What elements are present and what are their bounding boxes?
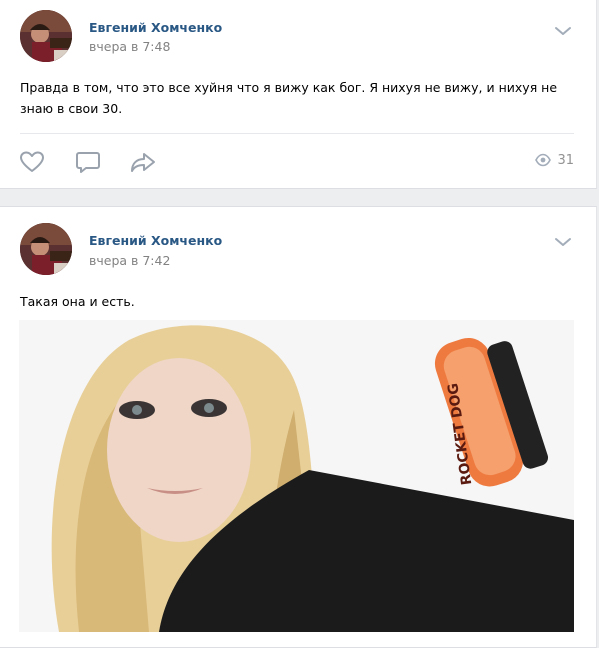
wall-post: Евгений Хомченко вчера в 7:48 Правда в т… [0,0,597,189]
comment-icon[interactable] [74,149,102,175]
chevron-down-icon[interactable] [554,237,572,247]
divider [20,133,574,134]
chevron-down-icon[interactable] [554,26,572,36]
share-arrow-icon[interactable] [129,149,157,175]
post-timestamp[interactable]: вчера в 7:48 [89,39,170,54]
eye-icon [535,153,552,167]
wall-post: Евгений Хомченко вчера в 7:42 Такая она … [0,206,597,648]
post-photo[interactable]: ROCKET DOG [19,320,574,632]
view-count: 31 [535,153,574,168]
post-text: Такая она и есть. [20,294,135,309]
avatar[interactable] [20,10,72,62]
view-count-value: 31 [557,153,574,168]
post-author-name[interactable]: Евгений Хомченко [89,233,222,248]
heart-icon[interactable] [18,149,46,175]
post-text: Правда в том, что это все хуйня что я ви… [20,80,558,116]
avatar[interactable] [20,223,72,275]
post-author-name[interactable]: Евгений Хомченко [89,20,222,35]
post-timestamp[interactable]: вчера в 7:42 [89,253,170,268]
